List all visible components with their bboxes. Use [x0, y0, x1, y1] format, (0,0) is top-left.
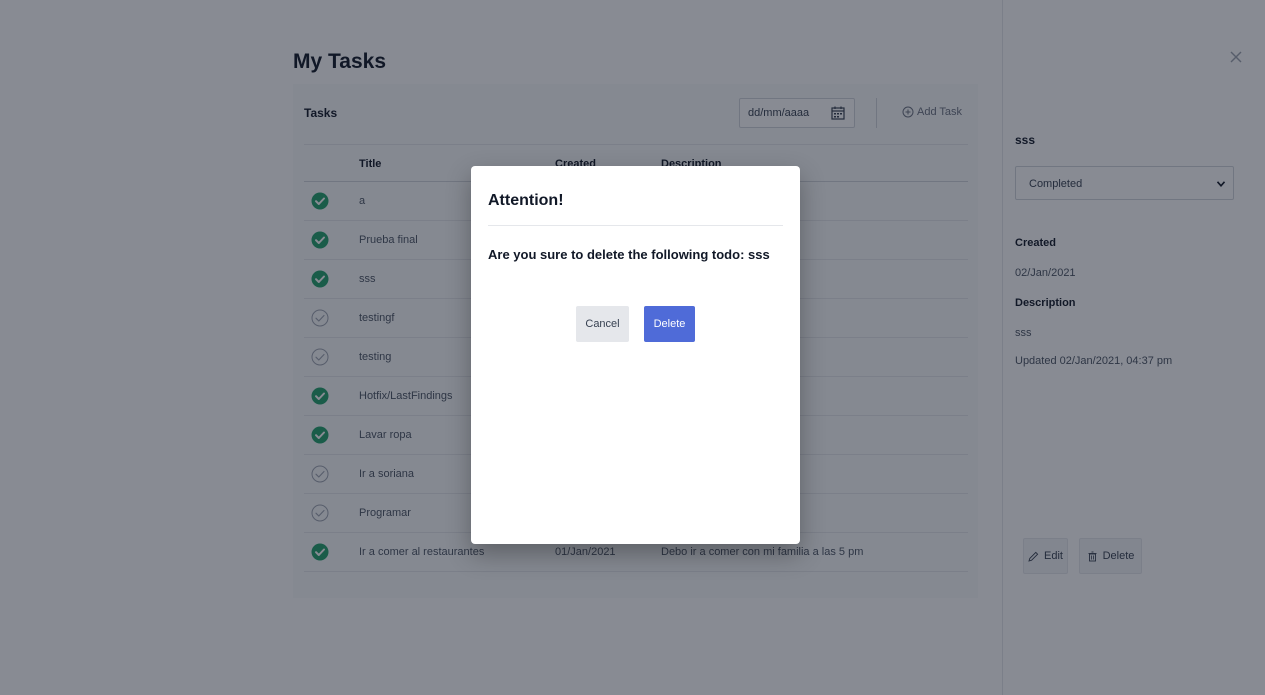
app-root: My Tasks Tasks dd/mm/aaaa: [0, 0, 1265, 695]
confirm-delete-button[interactable]: Delete: [644, 306, 695, 342]
dialog-message: Are you sure to delete the following tod…: [488, 247, 770, 262]
dialog-title: Attention!: [488, 192, 564, 209]
dialog-divider: [488, 225, 783, 226]
cancel-button[interactable]: Cancel: [576, 306, 629, 342]
confirm-delete-dialog: Attention! Are you sure to delete the fo…: [471, 166, 800, 544]
